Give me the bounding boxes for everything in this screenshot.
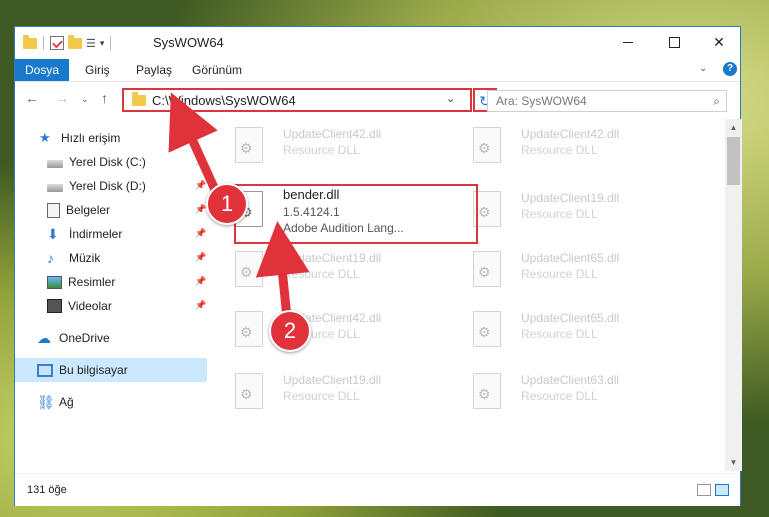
annotation-arrows (168, 92, 310, 319)
step-badge-1: 1 (206, 183, 248, 225)
arrow-1 (168, 92, 221, 194)
arrow-2 (255, 221, 310, 319)
step-badge-2: 2 (269, 310, 311, 352)
